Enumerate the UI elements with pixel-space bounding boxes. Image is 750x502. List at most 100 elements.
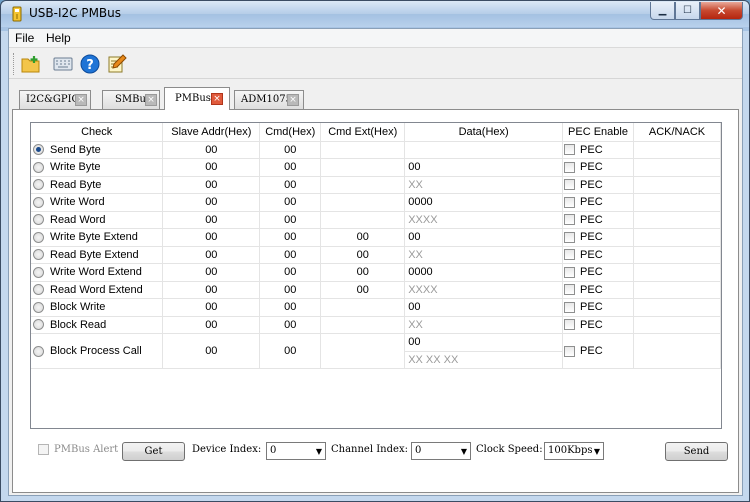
pec-cell[interactable]: PEC — [562, 333, 634, 369]
checkbox-icon[interactable] — [564, 301, 576, 313]
radio-icon[interactable] — [33, 214, 44, 226]
check-cell[interactable]: Write Word Extend — [31, 263, 164, 282]
cmd-cell[interactable]: 00 — [259, 333, 322, 369]
radio-icon[interactable] — [33, 144, 44, 156]
slave-addr-cell[interactable]: 00 — [162, 158, 261, 177]
slave-addr-cell[interactable]: 00 — [162, 176, 261, 194]
close-icon[interactable]: × — [145, 94, 157, 106]
cmd-cell[interactable]: 00 — [259, 263, 322, 282]
data-cell[interactable]: 00 — [404, 158, 564, 177]
cmd-ext-cell[interactable] — [320, 193, 406, 212]
cmd-ext-cell[interactable] — [320, 176, 406, 194]
checkbox-icon[interactable] — [564, 161, 576, 173]
pec-cell[interactable]: PEC — [562, 316, 634, 334]
table-row[interactable]: Send Byte 00 00 PEC — [31, 141, 722, 159]
notes-button[interactable] — [106, 53, 128, 75]
device-button[interactable] — [52, 53, 74, 75]
slave-addr-cell[interactable]: 00 — [162, 333, 261, 369]
data-read-value[interactable]: XX XX XX — [405, 351, 563, 368]
radio-icon[interactable] — [33, 284, 44, 296]
title-bar[interactable]: USB-I2C PMBus ▁ ☐ ✕ — [1, 1, 749, 27]
checkbox-icon[interactable] — [564, 196, 576, 208]
cmd-cell[interactable]: 00 — [259, 193, 322, 212]
check-cell[interactable]: Read Word — [31, 211, 164, 229]
cmd-cell[interactable]: 00 — [259, 141, 322, 159]
radio-icon[interactable] — [33, 179, 44, 191]
table-row[interactable]: Read Word Extend 00 00 00 XXXX PEC — [31, 281, 722, 299]
check-cell[interactable]: Send Byte — [31, 141, 164, 159]
menu-file[interactable]: File — [15, 31, 34, 45]
checkbox-icon[interactable] — [564, 214, 576, 226]
cmd-cell[interactable]: 00 — [259, 281, 322, 299]
clock-speed-select[interactable]: 100Kbps ▼ — [544, 442, 604, 460]
cmd-ext-cell[interactable]: 00 — [320, 281, 406, 299]
slave-addr-cell[interactable]: 00 — [162, 263, 261, 282]
pec-cell[interactable]: PEC — [562, 263, 634, 282]
menu-help[interactable]: Help — [46, 31, 71, 45]
slave-addr-cell[interactable]: 00 — [162, 228, 261, 247]
cmd-ext-cell[interactable] — [320, 298, 406, 317]
pec-cell[interactable]: PEC — [562, 176, 634, 194]
checkbox-icon[interactable] — [564, 179, 576, 191]
pec-cell[interactable]: PEC — [562, 141, 634, 159]
table-row[interactable]: Block Read 00 00 XX PEC — [31, 316, 722, 334]
cmd-ext-cell[interactable] — [320, 158, 406, 177]
checkbox-icon[interactable] — [564, 249, 576, 261]
data-cell[interactable]: 0000 — [404, 193, 564, 212]
table-row[interactable]: Write Word Extend 00 00 00 0000 PEC — [31, 263, 722, 282]
check-cell[interactable]: Read Word Extend — [31, 281, 164, 299]
cmd-ext-cell[interactable]: 00 — [320, 228, 406, 247]
checkbox-icon[interactable] — [564, 266, 576, 278]
radio-icon[interactable] — [33, 161, 44, 173]
maximize-button[interactable]: ☐ — [675, 2, 700, 20]
checkbox-icon[interactable] — [564, 284, 576, 296]
data-write-value[interactable]: 00 — [405, 334, 562, 351]
pec-cell[interactable]: PEC — [562, 298, 634, 317]
slave-addr-cell[interactable]: 00 — [162, 246, 261, 264]
cmd-ext-cell[interactable] — [320, 316, 406, 334]
data-cell[interactable]: XX — [404, 316, 564, 334]
close-icon[interactable]: × — [211, 93, 223, 105]
data-cell[interactable]: 00 — [404, 228, 564, 247]
cmd-cell[interactable]: 00 — [259, 211, 322, 229]
radio-icon[interactable] — [33, 301, 44, 313]
check-cell[interactable]: Block Read — [31, 316, 164, 334]
help-button[interactable]: ? — [79, 53, 101, 75]
slave-addr-cell[interactable]: 00 — [162, 281, 261, 299]
checkbox-icon[interactable] — [564, 144, 576, 156]
table-row[interactable]: Write Byte 00 00 00 PEC — [31, 158, 722, 177]
data-cell[interactable]: 0000 — [404, 263, 564, 282]
send-button[interactable]: Send — [665, 442, 728, 461]
close-icon[interactable]: × — [287, 94, 299, 106]
slave-addr-cell[interactable]: 00 — [162, 211, 261, 229]
radio-icon[interactable] — [33, 231, 44, 243]
cmd-ext-cell[interactable]: 00 — [320, 263, 406, 282]
cmd-cell[interactable]: 00 — [259, 316, 322, 334]
cmd-cell[interactable]: 00 — [259, 298, 322, 317]
cmd-cell[interactable]: 00 — [259, 228, 322, 247]
table-row[interactable]: Block Process Call 00 00 00 XX XX XX PEC — [31, 333, 722, 369]
tab-adm1075[interactable]: ADM1075 × — [234, 90, 304, 109]
pmbus-alert-checkbox[interactable]: PMBus Alert — [38, 444, 118, 455]
table-row[interactable]: Read Byte Extend 00 00 00 XX PEC — [31, 246, 722, 264]
tab-i2c-gpio[interactable]: I2C&GPIO × — [19, 90, 91, 109]
table-row[interactable]: Read Word 00 00 XXXX PEC — [31, 211, 722, 229]
table-row[interactable]: Read Byte 00 00 XX PEC — [31, 176, 722, 194]
check-cell[interactable]: Write Byte — [31, 158, 164, 177]
radio-icon[interactable] — [33, 249, 44, 261]
table-row[interactable]: Write Byte Extend 00 00 00 00 PEC — [31, 228, 722, 247]
cmd-cell[interactable]: 00 — [259, 158, 322, 177]
device-index-select[interactable]: 0 ▼ — [266, 442, 326, 460]
pec-cell[interactable]: PEC — [562, 211, 634, 229]
pec-cell[interactable]: PEC — [562, 158, 634, 177]
data-cell[interactable]: XXXX — [404, 281, 564, 299]
data-cell[interactable]: XX — [404, 246, 564, 264]
slave-addr-cell[interactable]: 00 — [162, 316, 261, 334]
cmd-ext-cell[interactable] — [320, 141, 406, 159]
pec-cell[interactable]: PEC — [562, 193, 634, 212]
check-cell[interactable]: Write Word — [31, 193, 164, 212]
data-cell[interactable] — [404, 141, 564, 159]
cmd-cell[interactable]: 00 — [259, 176, 322, 194]
get-button[interactable]: Get — [122, 442, 185, 461]
slave-addr-cell[interactable]: 00 — [162, 298, 261, 317]
